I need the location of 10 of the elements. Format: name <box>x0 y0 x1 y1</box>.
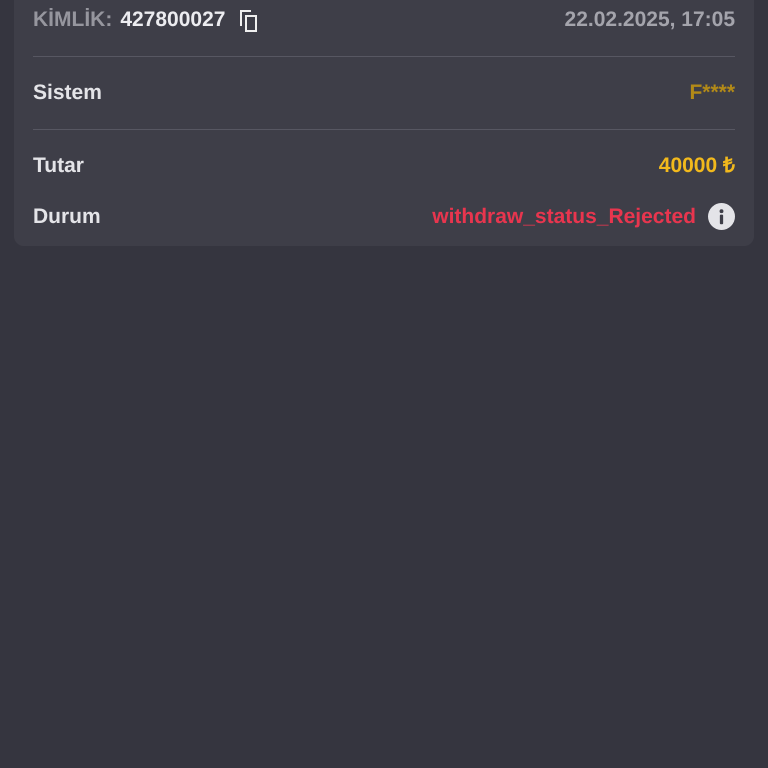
row-value: F**** <box>689 80 735 106</box>
row-label: Sistem <box>33 80 102 106</box>
row-label: Durum <box>33 204 101 230</box>
row-value: 40000 ₺ <box>658 152 735 179</box>
row-label: Tutar <box>33 152 84 179</box>
status-value: withdraw_status_Rejected <box>432 204 696 230</box>
info-icon[interactable] <box>708 203 735 230</box>
date-time: 22.02.2025, 17:05 <box>564 6 735 33</box>
id-value: 427800027 <box>120 6 226 33</box>
id-label: KİMLİK: <box>33 6 112 33</box>
